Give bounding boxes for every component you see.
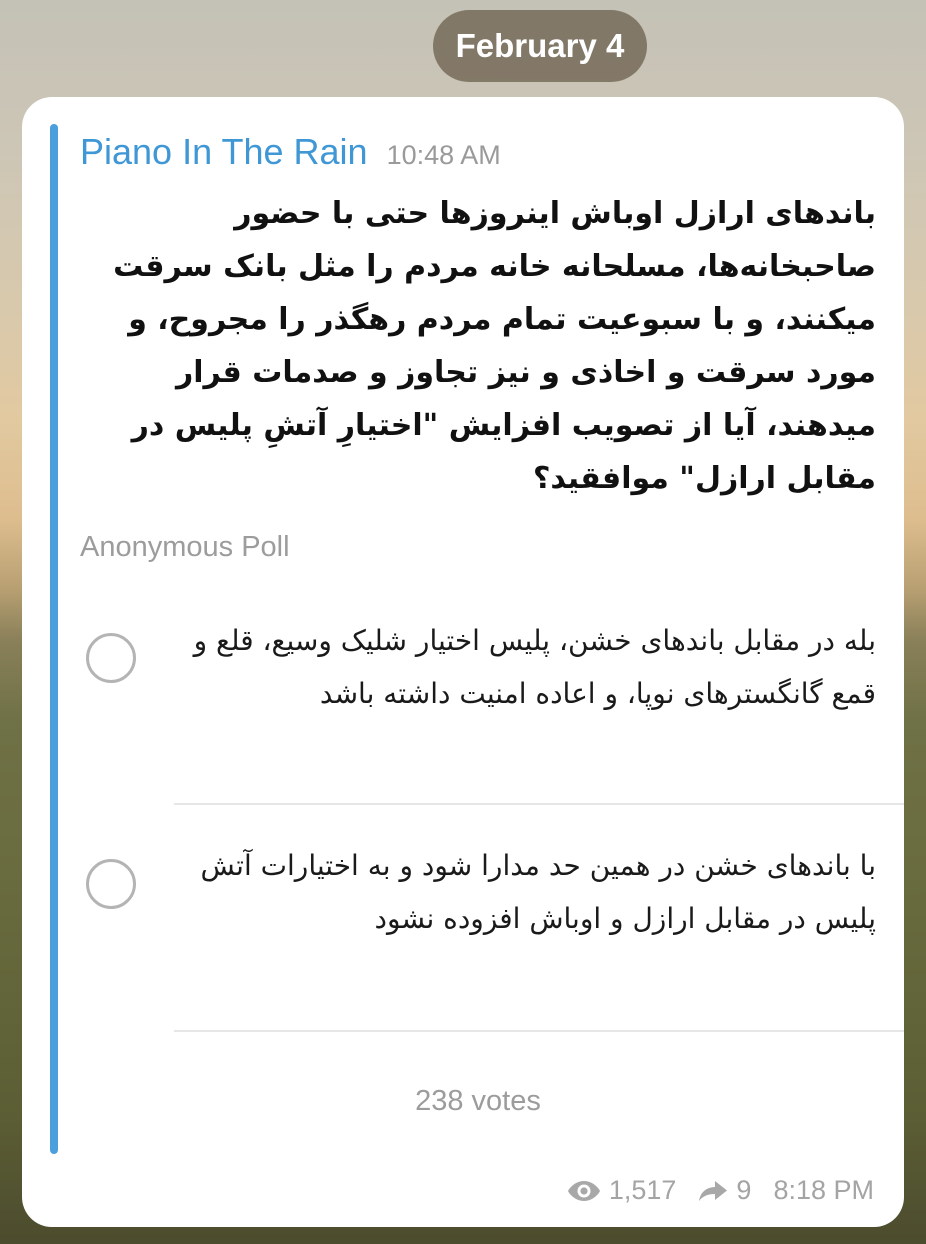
poll-option-divider — [174, 803, 904, 805]
poll-option-divider — [174, 1030, 904, 1032]
vote-count: 238 votes — [415, 1085, 541, 1117]
share-count: 9 — [736, 1175, 752, 1205]
message-footer: 1,517 9 8:18 PM — [567, 1175, 874, 1206]
view-count: 1,517 — [608, 1175, 677, 1205]
poll-option-2-radio[interactable] — [86, 859, 136, 909]
message-time: 10:48 AM — [386, 140, 501, 170]
poll-option-1-text[interactable]: بله در مقابل باندهای خشن، پلیس اختیار شل… — [192, 614, 876, 720]
quote-bar — [50, 124, 58, 1154]
poll-question: باندهای ارازل اوباش اینروزها حتی با حضور… — [113, 196, 876, 496]
share-arrow-icon[interactable] — [698, 1179, 728, 1203]
poll-option-1-radio[interactable] — [86, 633, 136, 683]
author-name[interactable]: Piano In The Rain — [80, 131, 368, 172]
message-header: Piano In The Rain 10:48 AM — [80, 131, 501, 173]
eye-icon — [567, 1179, 601, 1203]
post-time: 8:18 PM — [773, 1175, 874, 1205]
poll-message-card[interactable]: Piano In The Rain 10:48 AM باندهای ارازل… — [22, 97, 904, 1227]
date-pill: February 4 — [433, 10, 647, 82]
poll-option-2-text[interactable]: با باندهای خشن در همین حد مدارا شود و به… — [192, 839, 876, 945]
poll-type-label: Anonymous Poll — [80, 531, 290, 563]
